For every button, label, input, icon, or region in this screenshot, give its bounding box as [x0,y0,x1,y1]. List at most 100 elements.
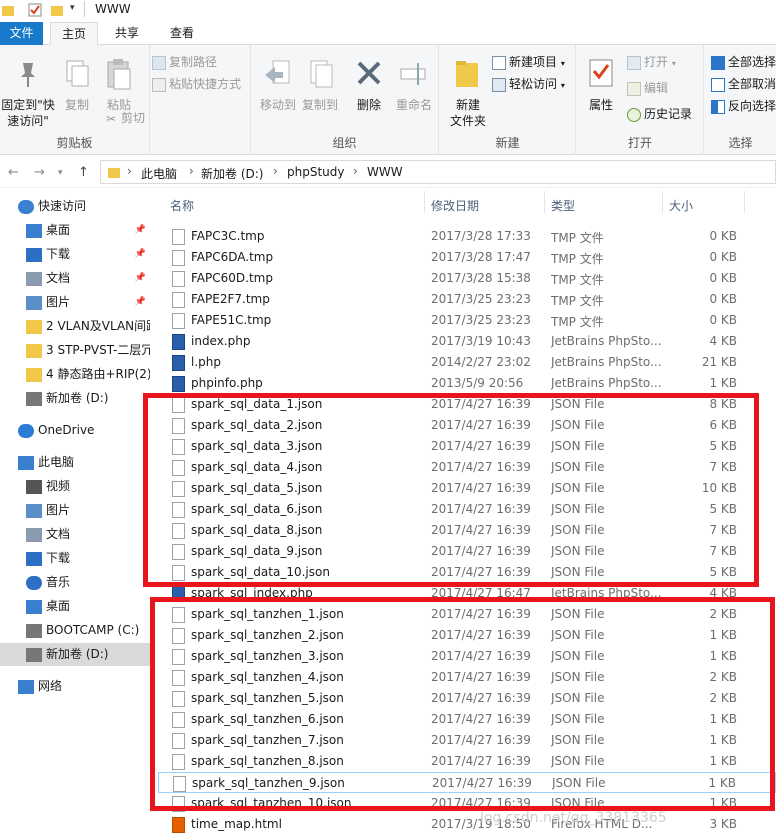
file-row[interactable]: spark_sql_data_10.json 2017/4/27 16:39 JSO… [158,562,776,583]
sidebar-item[interactable]: OneDrive [0,419,150,442]
file-row[interactable]: phpinfo.php 2013/5/9 20:56 JetBrains PhpSt… [158,373,776,394]
sidebar-item[interactable]: 桌面 [0,595,150,618]
paste-button[interactable]: 粘贴 [100,57,138,113]
new-folder-quick-icon[interactable] [50,3,64,17]
file-row[interactable]: FAPC6DA.tmp 2017/3/28 17:47 TMP 文件 0 KB [158,247,776,268]
file-row[interactable]: spark_sql_data_6.json 2017/4/27 16:39 JSON… [158,499,776,520]
easy-access-button[interactable]: 轻松访问 ▾ [492,75,565,93]
open-button[interactable]: 打开 ▾ [627,53,676,71]
sidebar-item[interactable]: 文档 [0,523,150,546]
file-row[interactable]: index.php 2017/3/19 10:43 JetBrains PhpSto… [158,331,776,352]
properties-button[interactable]: 属性 [581,57,621,113]
file-list-scrollbar[interactable] [766,188,776,840]
file-row[interactable]: spark_sql_tanzhen_10.json 2017/4/27 16:39… [158,793,776,814]
file-row[interactable]: spark_sql_tanzhen_5.json 2017/4/27 16:39 J… [158,688,776,709]
sidebar-item[interactable]: 4 静态路由+RIP(2) [0,363,150,386]
sidebar-item[interactable]: 此电脑 [0,451,150,474]
customize-toolbar-icon[interactable]: ▾ [70,3,75,17]
tab-home[interactable]: 主页 [50,22,98,45]
file-row[interactable]: spark_sql_tanzhen_6.json 2017/4/27 16:39 J… [158,709,776,730]
column-divider[interactable] [424,191,425,213]
json-file-icon [172,565,185,581]
breadcrumb-this-pc[interactable]: 此电脑 [141,165,177,182]
sidebar-item[interactable]: 下载 [0,547,150,570]
address-bar[interactable]: › 此电脑 › 新加卷 (D:) › phpStudy › WWW [100,160,776,184]
column-header-type[interactable]: 类型 [551,197,575,214]
file-row[interactable]: spark_sql_data_1.json 2017/4/27 16:39 JSON… [158,394,776,415]
tab-view[interactable]: 查看 [155,22,209,45]
up-arrow-icon[interactable]: ↑ [78,165,89,180]
sidebar-item[interactable]: 下载 📌 [0,243,150,266]
file-row[interactable]: FAPE2F7.tmp 2017/3/25 23:23 TMP 文件 0 KB [158,289,776,310]
breadcrumb-drive-d[interactable]: 新加卷 (D:) [201,165,263,182]
rename-button[interactable]: 重命名 [391,57,437,113]
sidebar-item[interactable]: 图片 📌 [0,291,150,314]
file-row[interactable]: time_map.html 2017/3/19 18:50 Firefox HTML… [158,814,776,835]
copy-to-button[interactable]: 复制到 [299,57,341,113]
column-header-size[interactable]: 大小 [669,197,693,214]
recent-locations-icon[interactable]: ▾ [58,168,63,178]
file-row[interactable]: spark_sql_tanzhen_4.json 2017/4/27 16:39 J… [158,667,776,688]
file-row[interactable]: FAPE51C.tmp 2017/3/25 23:23 TMP 文件 0 KB [158,310,776,331]
sidebar-item[interactable]: 图片 [0,499,150,522]
sidebar-item[interactable]: 网络 [0,675,150,698]
select-all-button[interactable]: 全部选择 [711,53,776,71]
new-item-button[interactable]: 新建项目 ▾ [492,53,565,71]
column-divider[interactable] [544,191,545,213]
file-row[interactable]: spark_sql_data_9.json 2017/4/27 16:39 JSON… [158,541,776,562]
delete-button[interactable]: 删除 [351,57,387,113]
sidebar-item[interactable]: 快速访问 [0,195,150,218]
sidebar-item[interactable]: 新加卷 (D:) [0,387,150,410]
file-row[interactable]: spark_sql_tanzhen_2.json 2017/4/27 16:39 J… [158,625,776,646]
forward-arrow-icon[interactable]: → [34,165,45,180]
sidebar-item[interactable]: 2 VLAN及VLAN间路 [0,315,150,338]
file-row[interactable]: spark_sql_data_2.json 2017/4/27 16:39 JSON… [158,415,776,436]
file-row[interactable]: spark_sql_tanzhen_8.json 2017/4/27 16:39 J… [158,751,776,772]
sidebar-item-label: 下载 [46,247,71,261]
history-button[interactable]: 历史记录 [627,105,692,123]
copy-path-button[interactable]: 复制路径 [152,53,217,71]
new-folder-button[interactable]: 新建 文件夹 [446,57,490,129]
file-row[interactable]: spark_sql_data_3.json 2017/4/27 16:39 JSON… [158,436,776,457]
tmp-file-icon [172,229,185,245]
file-date: 2017/3/25 23:23 [431,292,531,306]
sidebar-item[interactable]: 视频 [0,475,150,498]
file-row[interactable]: spark_sql_tanzhen_7.json 2017/4/27 16:39 J… [158,730,776,751]
properties-quick-icon[interactable] [28,3,42,17]
column-header-date[interactable]: 修改日期 [431,197,479,214]
select-none-button[interactable]: 全部取消 [711,75,776,93]
invert-selection-button[interactable]: 反向选择 [711,97,776,115]
file-row[interactable]: spark_sql_tanzhen_1.json 2017/4/27 16:39 J… [158,604,776,625]
copy-button[interactable]: 复制 [60,57,94,113]
file-row[interactable]: spark_sql_tanzhen_9.json 2017/4/27 16:39 J… [158,772,776,793]
file-row[interactable]: FAPC60D.tmp 2017/3/28 15:38 TMP 文件 0 KB [158,268,776,289]
cut-label: 剪切 [121,111,146,125]
column-header-name[interactable]: 名称 [170,197,194,214]
sidebar-item[interactable]: 新加卷 (D:) [0,643,150,666]
tab-file[interactable]: 文件 [0,22,43,45]
column-divider[interactable] [744,191,745,213]
pin-to-quick-access-button[interactable]: 固定到"快 速访问" [0,57,56,129]
file-row[interactable]: spark_sql_data_4.json 2017/4/27 16:39 JSON… [158,457,776,478]
file-row[interactable]: FAPC3C.tmp 2017/3/28 17:33 TMP 文件 0 KB [158,226,776,247]
file-row[interactable]: spark_sql_data_8.json 2017/4/27 16:39 JSON… [158,520,776,541]
file-row[interactable]: spark_sql_index.php 2017/4/27 16:47 JetBra… [158,583,776,604]
edit-button[interactable]: 编辑 [627,79,668,97]
column-divider[interactable] [662,191,663,213]
breadcrumb-www[interactable]: WWW [367,165,403,179]
breadcrumb-phpstudy[interactable]: phpStudy [287,165,345,179]
navigation-pane-scrollbar[interactable] [150,188,158,840]
cut-button[interactable]: ✂ 剪切 [104,109,145,127]
back-arrow-icon[interactable]: ← [8,165,19,180]
file-row[interactable]: spark_sql_data_5.json 2017/4/27 16:39 JSON… [158,478,776,499]
paste-shortcut-button[interactable]: 粘贴快捷方式 [152,75,241,93]
file-row[interactable]: spark_sql_tanzhen_3.json 2017/4/27 16:39 J… [158,646,776,667]
sidebar-item[interactable]: 文档 📌 [0,267,150,290]
file-row[interactable]: l.php 2014/2/27 23:02 JetBrains PhpSto... 2… [158,352,776,373]
sidebar-item[interactable]: BOOTCAMP (C:) [0,619,150,642]
sidebar-item[interactable]: 3 STP-PVST-二层冗 [0,339,150,362]
sidebar-item[interactable]: 桌面 📌 [0,219,150,242]
move-to-button[interactable]: 移动到 [257,57,299,113]
tab-share[interactable]: 共享 [105,22,149,45]
sidebar-item[interactable]: 音乐 [0,571,150,594]
